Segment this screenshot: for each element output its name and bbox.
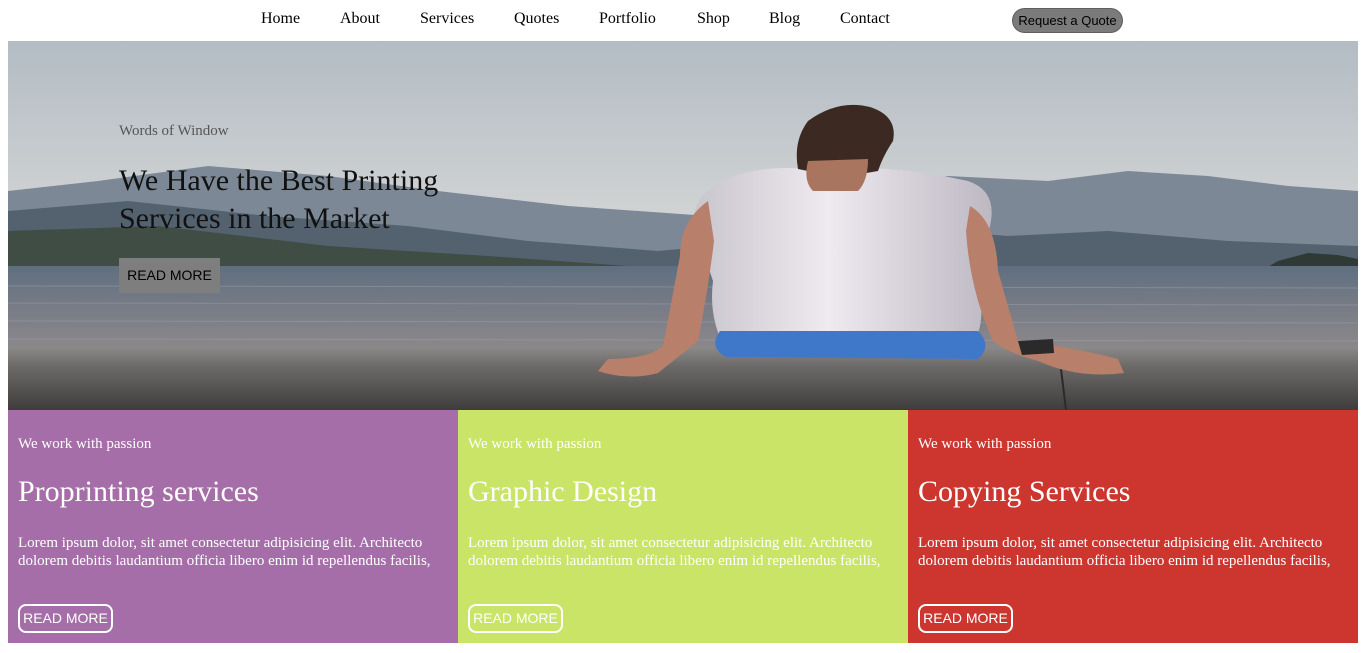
- card-text: Lorem ipsum dolor, sit amet consectetur …: [18, 535, 431, 569]
- card-title: Proprinting services: [18, 475, 259, 508]
- card-kicker: We work with passion: [18, 436, 152, 452]
- service-cards: We work with passion Proprinting service…: [8, 410, 1358, 643]
- hero-read-more-button[interactable]: READ MORE: [119, 258, 220, 293]
- nav-home[interactable]: Home: [261, 10, 300, 28]
- nav-blog[interactable]: Blog: [769, 10, 800, 28]
- card-read-more-button[interactable]: READ MORE: [468, 604, 563, 633]
- card-read-more-button[interactable]: READ MORE: [918, 604, 1013, 633]
- card-title: Copying Services: [918, 475, 1131, 508]
- card-kicker: We work with passion: [468, 436, 602, 452]
- card-text: Lorem ipsum dolor, sit amet consectetur …: [468, 535, 881, 569]
- nav-about[interactable]: About: [340, 10, 380, 28]
- card-title: Graphic Design: [468, 475, 658, 508]
- hero-eyebrow: Words of Window: [119, 123, 229, 139]
- service-card-graphic-design: We work with passion Graphic Design Lore…: [458, 410, 908, 643]
- nav-portfolio[interactable]: Portfolio: [599, 10, 656, 28]
- top-nav: Home About Services Quotes Portfolio Sho…: [0, 0, 1366, 41]
- card-read-more-button[interactable]: READ MORE: [18, 604, 113, 633]
- hero-title: We Have the Best Printing Services in th…: [119, 164, 439, 235]
- nav-shop[interactable]: Shop: [697, 10, 730, 28]
- card-text: Lorem ipsum dolor, sit amet consectetur …: [918, 535, 1331, 569]
- hero-banner: Words of Window We Have the Best Printin…: [8, 41, 1358, 410]
- request-quote-button[interactable]: Request a Quote: [1012, 8, 1123, 33]
- service-card-copying: We work with passion Copying Services Lo…: [908, 410, 1358, 643]
- card-kicker: We work with passion: [918, 436, 1052, 452]
- nav-quotes[interactable]: Quotes: [514, 10, 559, 28]
- nav-contact[interactable]: Contact: [840, 10, 890, 28]
- service-card-proprinting: We work with passion Proprinting service…: [8, 410, 458, 643]
- nav-services[interactable]: Services: [420, 10, 474, 28]
